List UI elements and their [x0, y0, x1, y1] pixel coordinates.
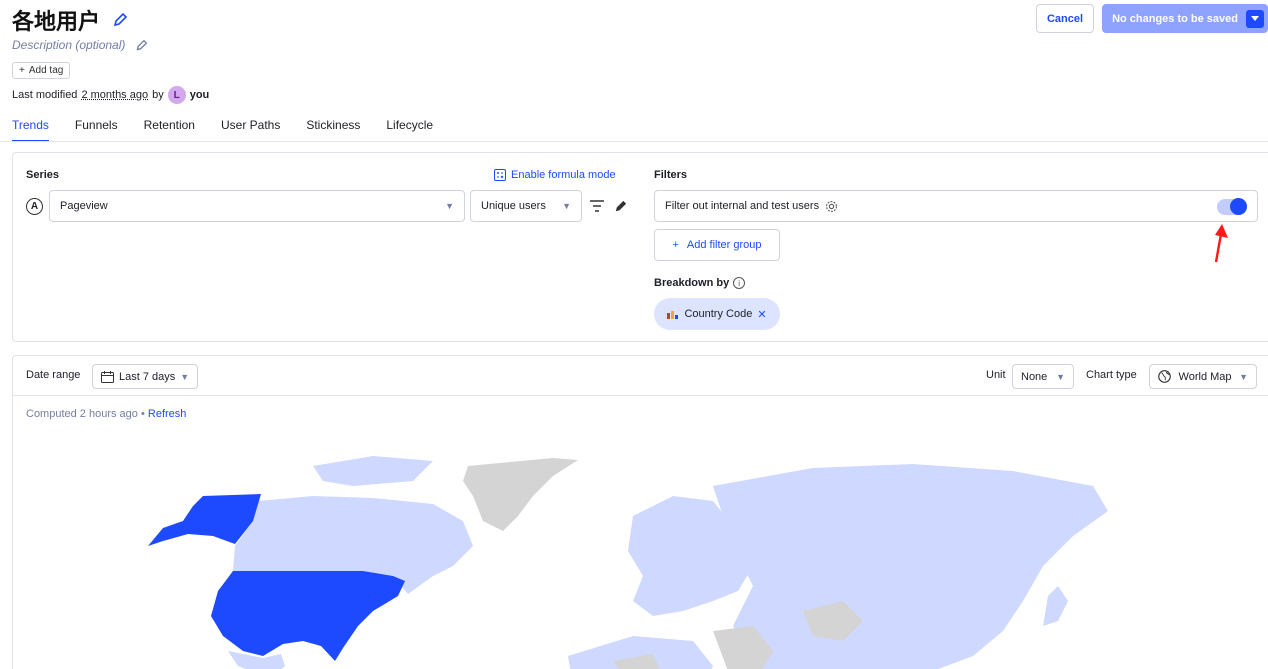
- add-tag-label: Add tag: [28, 65, 64, 76]
- save-label: No changes to be saved: [1112, 12, 1238, 25]
- last-modified: Last modified 2 months ago by L you: [12, 86, 209, 104]
- date-range-select[interactable]: Last 7 days ▼: [92, 364, 199, 389]
- gear-icon[interactable]: [825, 200, 838, 213]
- save-dropdown-icon[interactable]: [1246, 9, 1264, 28]
- chart-type-value: World Map: [1178, 370, 1232, 383]
- world-map[interactable]: [13, 426, 1268, 669]
- series-letter-badge: A: [26, 198, 43, 215]
- internal-filter-row: Filter out internal and test users: [654, 190, 1258, 222]
- chevron-down-icon: ▼: [1239, 371, 1248, 382]
- chart-panel: Date range Last 7 days ▼ Unit None ▼ Cha…: [12, 355, 1268, 669]
- internal-filter-label: Filter out internal and test users: [665, 200, 820, 212]
- save-button[interactable]: No changes to be saved: [1102, 4, 1268, 33]
- chart-toolbar: Date range Last 7 days ▼ Unit None ▼ Cha…: [13, 356, 1268, 396]
- add-filter-group-button[interactable]: + Add filter group: [654, 229, 780, 261]
- series-title: Series: [26, 169, 60, 181]
- unit-select[interactable]: None ▼: [1012, 364, 1074, 389]
- author-name: you: [189, 89, 210, 101]
- math-value: Unique users: [481, 200, 546, 212]
- chart-type-label: Chart type: [1086, 369, 1137, 381]
- breakdown-title-row: Breakdown by i: [654, 277, 746, 289]
- breakdown-title: Breakdown by: [654, 277, 730, 289]
- plus-icon: +: [19, 65, 25, 76]
- tab-user-paths[interactable]: User Paths: [221, 118, 280, 142]
- edit-description-icon[interactable]: [135, 39, 148, 52]
- description-field[interactable]: Description (optional): [12, 38, 125, 52]
- unit-label: Unit: [986, 369, 1006, 381]
- avatar: L: [167, 86, 186, 104]
- map-region-arctic-islands: [313, 456, 433, 486]
- tab-stickiness[interactable]: Stickiness: [306, 118, 360, 142]
- math-select[interactable]: Unique users ▼: [470, 190, 582, 222]
- map-region-japan: [1043, 586, 1068, 626]
- modified-by: by: [152, 89, 164, 101]
- description-row: Description (optional): [12, 38, 148, 52]
- formula-mode-button[interactable]: Enable formula mode: [494, 169, 616, 181]
- internal-filter-toggle[interactable]: [1217, 198, 1247, 215]
- chevron-down-icon: ▼: [180, 371, 190, 382]
- chevron-down-icon: ▼: [1056, 371, 1065, 382]
- rename-series-icon[interactable]: [613, 199, 628, 214]
- calendar-icon: [101, 370, 114, 383]
- date-range-value: Last 7 days: [119, 370, 176, 383]
- refresh-link[interactable]: Refresh: [148, 408, 187, 420]
- insight-tabs: Trends Funnels Retention User Paths Stic…: [12, 118, 459, 142]
- chevron-down-icon: ▼: [562, 201, 571, 211]
- map-region-greenland: [463, 458, 578, 531]
- modified-prefix: Last modified: [12, 89, 78, 101]
- annotation-arrow-icon: [1214, 224, 1228, 263]
- header-actions: Cancel No changes to be saved: [1035, 4, 1268, 33]
- chevron-down-icon: ▼: [445, 201, 454, 211]
- separator: •: [140, 408, 148, 420]
- add-tag-button[interactable]: + Add tag: [12, 62, 71, 79]
- filter-lines-icon[interactable]: [589, 199, 605, 213]
- breakdown-value: Country Code: [684, 308, 753, 320]
- event-value: Pageview: [60, 200, 108, 212]
- computed-status: Computed 2 hours ago • Refresh: [26, 408, 186, 420]
- breakdown-chip[interactable]: Country Code ✕: [654, 298, 780, 330]
- globe-icon: [1158, 370, 1171, 383]
- tabs-divider: [0, 141, 1268, 142]
- info-icon[interactable]: i: [733, 277, 746, 289]
- query-panel: Series Enable formula mode A Pageview ▼ …: [12, 152, 1268, 342]
- tab-trends[interactable]: Trends: [12, 118, 49, 142]
- toggle-knob: [1230, 198, 1247, 215]
- plus-icon: +: [672, 239, 679, 251]
- remove-breakdown-icon[interactable]: ✕: [757, 308, 766, 321]
- cancel-button[interactable]: Cancel: [1035, 4, 1095, 33]
- edit-title-icon[interactable]: [112, 12, 128, 28]
- property-icon: [667, 310, 679, 319]
- unit-value: None: [1021, 370, 1048, 383]
- calculator-icon: [494, 169, 506, 181]
- formula-mode-label: Enable formula mode: [511, 169, 616, 181]
- map-region-usa: [211, 571, 405, 661]
- map-region-asia: [713, 464, 1108, 669]
- insight-title[interactable]: 各地用户: [12, 4, 100, 36]
- event-select[interactable]: Pageview ▼: [49, 190, 465, 222]
- add-filter-group-label: Add filter group: [686, 239, 762, 251]
- chart-type-select[interactable]: World Map ▼: [1149, 364, 1257, 389]
- tab-funnels[interactable]: Funnels: [75, 118, 118, 142]
- modified-time: 2 months ago: [81, 89, 149, 101]
- filters-title: Filters: [654, 169, 688, 181]
- tab-lifecycle[interactable]: Lifecycle: [386, 118, 433, 142]
- date-range-label: Date range: [26, 369, 81, 381]
- computed-text: Computed 2 hours ago: [26, 408, 138, 420]
- title-row: 各地用户: [12, 4, 128, 36]
- tab-retention[interactable]: Retention: [144, 118, 195, 142]
